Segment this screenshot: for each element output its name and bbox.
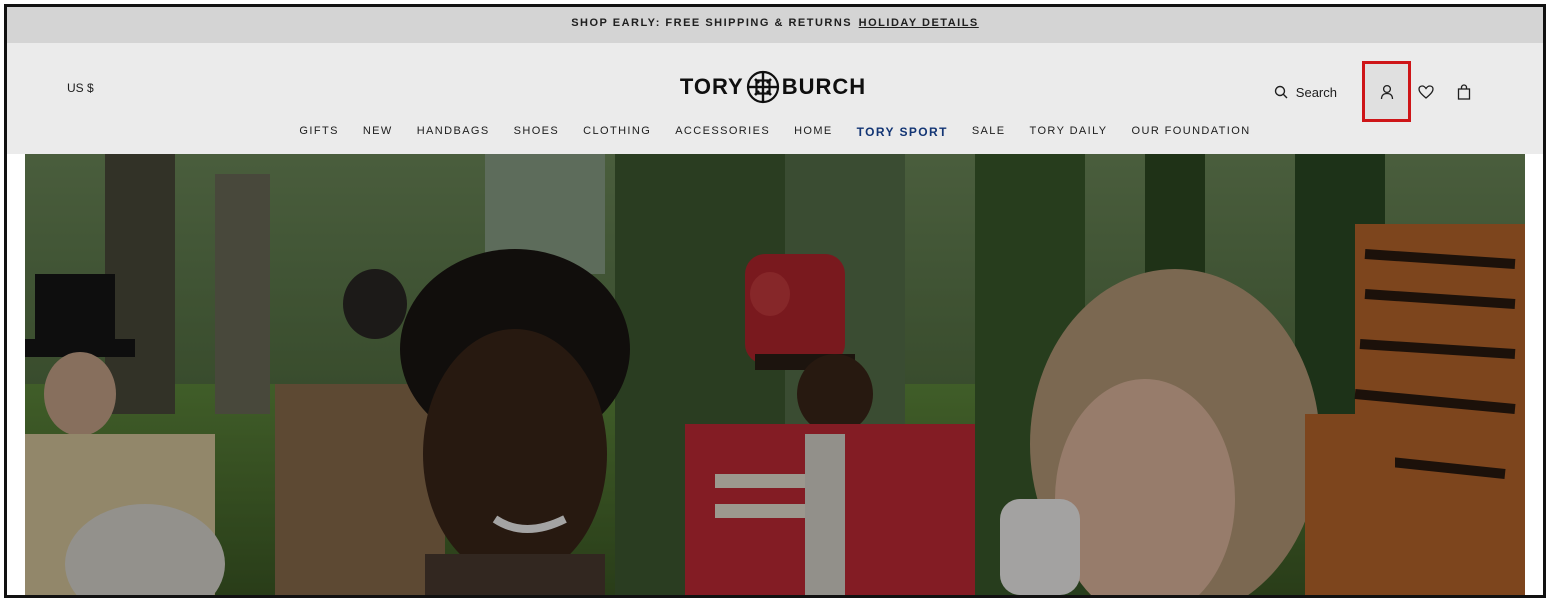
nav-new[interactable]: NEW [363, 119, 393, 145]
promo-banner: SHOP EARLY: FREE SHIPPING & RETURNS HOLI… [7, 7, 1543, 43]
account-button[interactable] [1362, 61, 1411, 122]
nav-tory-sport[interactable]: TORY SPORT [857, 119, 948, 145]
nav-tory-daily[interactable]: TORY DAILY [1030, 119, 1108, 145]
wishlist-button[interactable] [1407, 77, 1445, 107]
logo-word-left: TORY [679, 74, 744, 99]
cart-button[interactable] [1445, 77, 1483, 107]
search-icon [1274, 85, 1288, 99]
user-icon [1380, 84, 1393, 99]
holiday-details-link[interactable]: HOLIDAY DETAILS [859, 17, 979, 29]
nav-home[interactable]: HOME [794, 119, 833, 145]
heart-icon [1418, 85, 1434, 99]
promo-text: SHOP EARLY: FREE SHIPPING & RETURNS [571, 17, 853, 29]
search-label: Search [1295, 84, 1337, 100]
logo-word-right: BURCH [781, 74, 867, 99]
main-navigation: GIFTS NEW HANDBAGS SHOES CLOTHING ACCESS… [7, 119, 1543, 145]
brand-logo[interactable]: TORY BURCH [677, 67, 869, 107]
browser-frame: SHOP EARLY: FREE SHIPPING & RETURNS HOLI… [4, 4, 1546, 598]
nav-accessories[interactable]: ACCESSORIES [675, 119, 770, 145]
search-button[interactable]: Search [1274, 85, 1337, 100]
hero-video[interactable] [25, 154, 1525, 595]
nav-clothing[interactable]: CLOTHING [583, 119, 651, 145]
bag-icon [1457, 84, 1471, 100]
nav-our-foundation[interactable]: OUR FOUNDATION [1132, 119, 1251, 145]
nav-gifts[interactable]: GIFTS [299, 119, 338, 145]
nav-shoes[interactable]: SHOES [514, 119, 560, 145]
nav-sale[interactable]: SALE [972, 119, 1006, 145]
hero-scene-image [25, 154, 1525, 595]
nav-handbags[interactable]: HANDBAGS [417, 119, 490, 145]
currency-selector[interactable]: US $ [67, 81, 94, 95]
logo-emblem-icon [746, 70, 779, 104]
